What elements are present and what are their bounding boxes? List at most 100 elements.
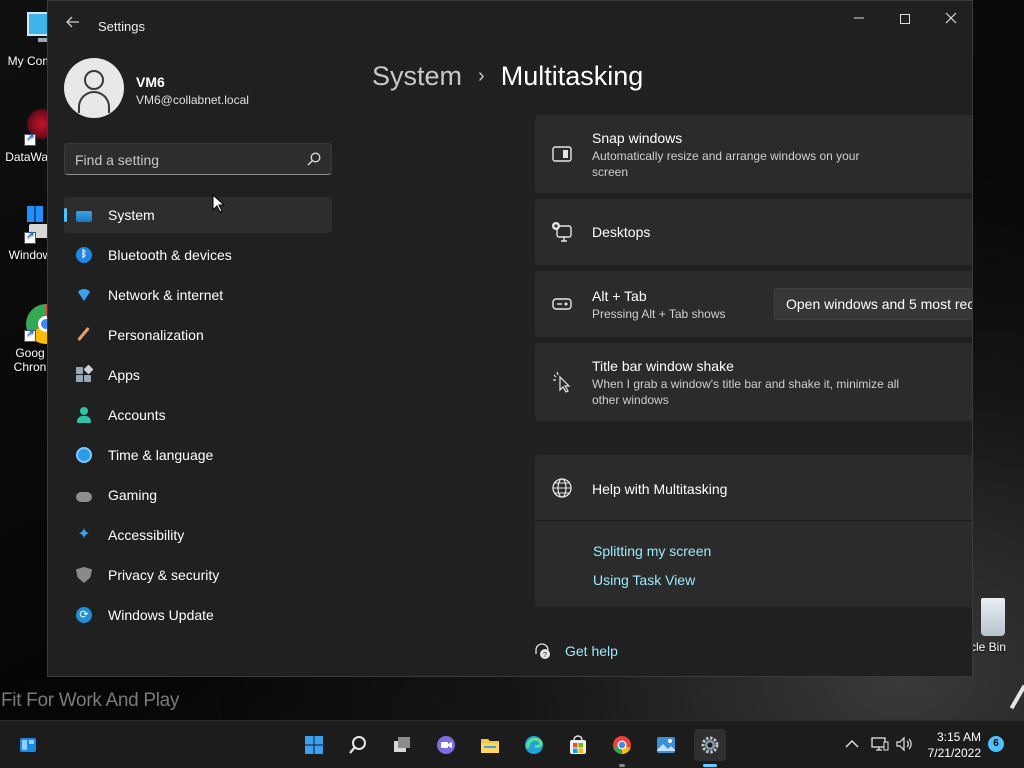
page-title: Multitasking <box>500 61 644 91</box>
windows-update-icon: ⟳ <box>76 607 92 623</box>
sidebar-item-label: Accessibility <box>108 527 185 543</box>
sidebar-item-label: Bluetooth & devices <box>108 247 232 263</box>
breadcrumb-separator-icon: › <box>478 65 485 87</box>
settings-window: Settings VM6 VM6@collabnet.local System … <box>47 0 973 677</box>
task-view-icon <box>394 737 410 752</box>
task-view-button[interactable] <box>386 729 418 761</box>
chrome-icon <box>10 302 66 344</box>
help-link-splitting-screen[interactable]: Splitting my screen <box>593 543 711 559</box>
snap-windows-title: Snap windows <box>592 130 683 146</box>
close-button[interactable] <box>928 5 972 31</box>
desktops-card[interactable]: Desktops <box>535 199 972 265</box>
clock-date[interactable]: 7/21/2022 <box>920 746 981 760</box>
edge-icon <box>525 736 543 754</box>
desktop-icon-label: cle Bin <box>970 640 1007 654</box>
sidebar-item-accounts[interactable]: Accounts <box>64 397 332 433</box>
maximize-icon <box>900 14 910 25</box>
clock-time[interactable]: 3:15 AM <box>928 730 981 744</box>
sidebar-item-windows-update[interactable]: ⟳ Windows Update <box>64 597 332 633</box>
settings-icon <box>701 736 719 754</box>
system-icon <box>76 210 92 222</box>
sidebar-item-apps[interactable]: Apps <box>64 357 332 393</box>
minimize-icon <box>854 17 864 19</box>
svg-text:?: ? <box>543 652 547 659</box>
user-name: VM6 <box>136 74 165 90</box>
search-box[interactable] <box>64 143 332 175</box>
get-help-icon: ? <box>535 643 550 659</box>
search-input[interactable] <box>75 150 295 170</box>
widgets-button[interactable] <box>12 729 44 761</box>
sidebar-item-bluetooth-devices[interactable]: ᛒ Bluetooth & devices <box>64 237 332 273</box>
help-title: Help with Multitasking <box>592 481 728 497</box>
sidebar-item-gaming[interactable]: Gaming <box>64 477 332 513</box>
get-help-link[interactable]: ? Get help <box>533 642 618 660</box>
start-button[interactable] <box>298 729 330 761</box>
breadcrumb-parent-link[interactable]: System <box>372 61 462 92</box>
widgets-icon <box>20 738 36 752</box>
settings-taskbar-button[interactable] <box>694 729 726 767</box>
breadcrumb: System › Multitasking <box>372 61 643 92</box>
photos-button[interactable] <box>650 729 682 761</box>
chrome-taskbar-button[interactable] <box>606 729 638 767</box>
title-bar-shake-card[interactable]: Title bar window shake When I grab a win… <box>535 343 972 421</box>
microsoft-store-button[interactable] <box>562 729 594 761</box>
sidebar-item-label: Time & language <box>108 447 214 463</box>
store-icon <box>570 735 586 754</box>
sidebar-item-label: Gaming <box>108 487 158 503</box>
edge-button[interactable] <box>518 729 550 761</box>
gaming-icon <box>76 491 92 502</box>
sidebar-item-personalization[interactable]: Personalization <box>64 317 332 353</box>
volume-icon[interactable] <box>895 736 913 752</box>
close-icon <box>945 12 957 24</box>
show-hidden-icons-chevron-up-icon[interactable] <box>845 739 859 749</box>
sidebar-item-time-language[interactable]: Time & language <box>64 437 332 473</box>
title-bar[interactable]: Settings <box>48 1 972 49</box>
title-bar-shake-description: When I grab a window's title bar and sha… <box>592 377 900 407</box>
help-header[interactable]: Help with Multitasking <box>535 455 972 521</box>
desktop-icon-recycle-bin[interactable]: cle Bin <box>966 596 1024 654</box>
search-icon <box>349 736 366 754</box>
sidebar-item-label: Windows Update <box>108 607 214 623</box>
alt-tab-dropdown[interactable]: Open windows and 5 most rec <box>774 288 972 320</box>
taskbar: 3:15 AM 7/21/2022 <box>0 720 1024 768</box>
active-indicator <box>703 764 717 767</box>
avatar-head-icon <box>84 70 104 90</box>
shortcut-arrow-icon <box>24 328 36 342</box>
file-explorer-icon <box>481 739 499 753</box>
sidebar-item-label: Network & internet <box>108 287 224 303</box>
photos-icon <box>657 737 675 753</box>
search-icon[interactable] <box>307 152 321 166</box>
notification-badge[interactable]: 6 <box>988 736 1004 752</box>
running-indicator <box>619 764 625 767</box>
recycle-bin-icon <box>975 596 1015 636</box>
sidebar-item-label: System <box>108 207 155 223</box>
file-explorer-button[interactable] <box>474 729 506 761</box>
datawag-icon <box>10 106 58 146</box>
help-link-task-view[interactable]: Using Task View <box>593 572 695 588</box>
accounts-icon <box>76 407 92 423</box>
shortcut-arrow-icon <box>24 230 36 244</box>
minimize-button[interactable] <box>836 5 882 31</box>
sidebar-item-privacy-security[interactable]: Privacy & security <box>64 557 332 593</box>
back-button[interactable] <box>62 14 84 36</box>
sidebar-item-network-internet[interactable]: Network & internet <box>64 277 332 313</box>
app-title: Settings <box>98 19 145 34</box>
network-tray-icon[interactable] <box>871 736 889 752</box>
teams-chat-icon <box>437 736 455 754</box>
teams-chat-button[interactable] <box>430 729 462 761</box>
sidebar-item-system[interactable]: System <box>64 197 332 233</box>
maximize-button[interactable] <box>882 5 928 31</box>
taskbar-search-button[interactable] <box>342 729 374 761</box>
accessibility-icon: ✦ <box>77 526 91 543</box>
sidebar-item-accessibility[interactable]: ✦ Accessibility <box>64 517 332 553</box>
bluetooth-icon: ᛒ <box>76 247 92 263</box>
wallpaper-decoration <box>1009 684 1024 710</box>
time-language-icon <box>76 447 92 463</box>
wallpaper-tagline: Fit For Work And Play <box>1 690 180 711</box>
get-help-label: Get help <box>565 643 618 659</box>
avatar[interactable] <box>64 58 124 118</box>
snap-windows-card[interactable]: Snap windows Automatically resize and ar… <box>535 115 972 193</box>
avatar-body-icon <box>78 91 110 113</box>
mouse-cursor-icon <box>212 194 226 213</box>
title-bar-shake-title: Title bar window shake <box>592 358 734 374</box>
